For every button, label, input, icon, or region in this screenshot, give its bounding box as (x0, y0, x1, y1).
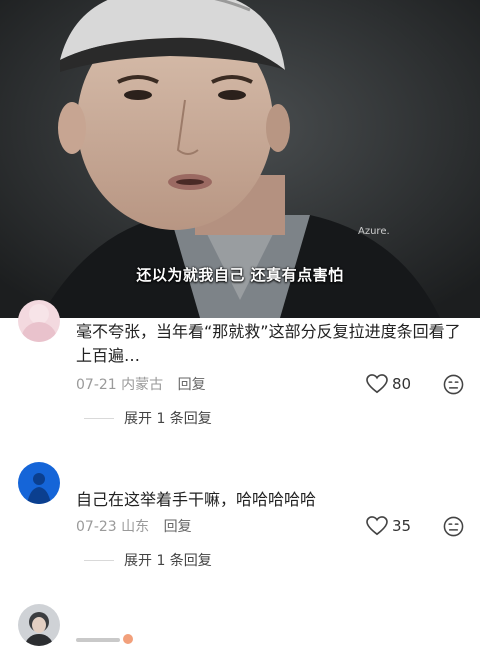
like-count: 35 (392, 517, 412, 535)
expand-divider (84, 417, 114, 419)
dislike-button[interactable] (443, 374, 464, 399)
comment-username-partial (76, 630, 136, 648)
comment-text: 毫不夸张，当年看“那就救”这部分反复拉进度条回看了上百遍… (76, 322, 461, 365)
comment-location: 内蒙古 (121, 377, 164, 393)
comment-date: 07-21 (76, 377, 117, 393)
comment-location: 山东 (121, 519, 150, 535)
like-button[interactable]: 35 (366, 516, 411, 536)
dislike-button[interactable] (443, 516, 464, 541)
expand-replies-button[interactable]: 展开 1 条回复 (84, 408, 212, 428)
expand-divider (84, 559, 114, 561)
expand-replies-button[interactable]: 展开 1 条回复 (84, 550, 212, 570)
video-player[interactable]: Azure. 还以为就我自己 还真有点害怕 (0, 0, 480, 318)
like-count: 80 (392, 375, 412, 393)
heart-outline-icon (366, 516, 388, 536)
video-subtitle: 还以为就我自己 还真有点害怕 (136, 266, 344, 284)
comment-text: 自己在这举着手干嘛，哈哈哈哈哈 (76, 490, 317, 509)
comment-avatar[interactable] (18, 462, 60, 504)
video-watermark: Azure. (358, 226, 390, 237)
expand-replies-label: 展开 1 条回复 (124, 553, 212, 569)
expand-replies-label: 展开 1 条回复 (124, 411, 212, 427)
comment-list: 毫不夸张，当年看“那就救”这部分反复拉进度条回看了上百遍… 07-21 内蒙古 … (0, 300, 480, 646)
like-button[interactable]: 80 (366, 374, 411, 394)
reply-button[interactable]: 回复 (164, 519, 192, 535)
frown-face-icon (443, 516, 464, 537)
comment-meta: 07-21 内蒙古 回复 (76, 374, 206, 394)
comment-avatar[interactable] (18, 300, 60, 342)
reply-button[interactable]: 回复 (178, 377, 206, 393)
username-partial-glyph (76, 634, 133, 644)
heart-outline-icon (366, 374, 388, 394)
frown-face-icon (443, 374, 464, 395)
comment-date: 07-23 (76, 519, 117, 535)
comment-meta: 07-23 山东 回复 (76, 516, 192, 536)
